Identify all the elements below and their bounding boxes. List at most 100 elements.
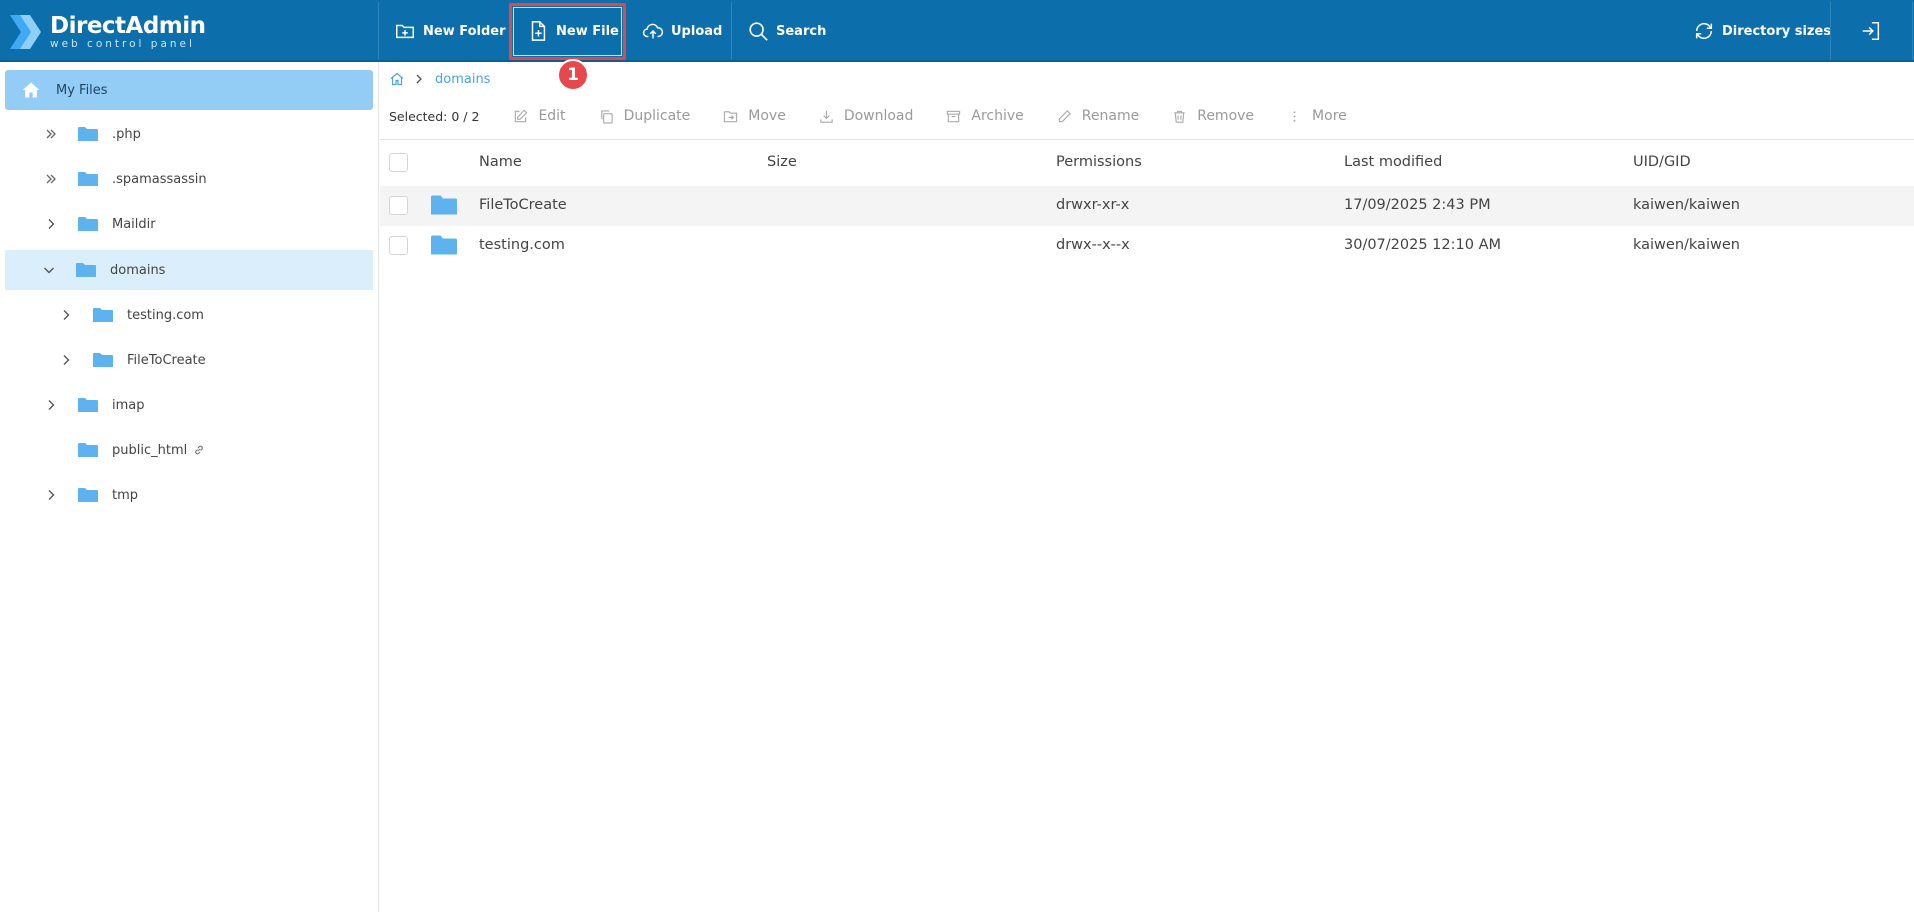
more-vertical-icon <box>1293 110 1296 122</box>
sidebar-item-label: .spamassassin <box>112 171 207 187</box>
sidebar-item-label: tmp <box>112 487 139 503</box>
folder-move-icon <box>724 110 738 122</box>
search-label: Search <box>776 23 827 39</box>
chevron-right-icon <box>63 355 70 365</box>
sidebar-item-my-files[interactable]: My Files <box>5 70 373 110</box>
folder-icon <box>76 263 96 277</box>
logo-title: DirectAdmin <box>50 13 206 39</box>
copy-icon <box>600 109 613 124</box>
cloud-upload-icon <box>642 23 664 39</box>
top-bar: DirectAdmin web control panel New Folder… <box>0 0 1914 62</box>
sidebar-item-maildir[interactable]: Maildir <box>44 204 156 244</box>
row-uid-gid: kaiwen/kaiwen <box>1633 197 1740 213</box>
new-folder-button[interactable]: New Folder <box>394 2 506 60</box>
sidebar-item-label: .php <box>112 126 141 142</box>
chevron-right-icon <box>416 74 422 84</box>
archive-icon <box>947 110 961 122</box>
more-button[interactable]: More <box>1287 108 1347 124</box>
table-header: Name Size Permissions Last modified UID/… <box>380 140 1914 186</box>
directory-sizes-button[interactable]: Directory sizes <box>1693 2 1831 60</box>
row-modified: 17/09/2025 2:43 PM <box>1344 197 1491 213</box>
breadcrumb-current[interactable]: domains <box>435 72 490 87</box>
new-file-highlight <box>509 3 626 60</box>
sidebar: My Files .php .spamassassin Maildir doma… <box>0 62 379 912</box>
chevron-right-icon <box>63 310 70 320</box>
folder-icon <box>431 195 457 215</box>
sidebar-item-label: public_html <box>112 442 188 458</box>
row-modified: 30/07/2025 12:10 AM <box>1344 237 1502 253</box>
edit-button[interactable]: Edit <box>513 108 566 124</box>
move-label: Move <box>748 108 786 124</box>
sidebar-item-label: Maildir <box>112 216 156 232</box>
archive-button[interactable]: Archive <box>946 108 1024 124</box>
breadcrumb: domains <box>389 70 490 88</box>
folder-icon <box>78 398 98 412</box>
column-uid-gid[interactable]: UID/GID <box>1633 154 1691 170</box>
double-chevron-right-icon <box>46 174 56 184</box>
logout-button[interactable] <box>1860 2 1889 60</box>
directory-sizes-label: Directory sizes <box>1722 23 1832 39</box>
sidebar-item-filetocreate[interactable]: FileToCreate <box>59 340 206 380</box>
home-icon[interactable] <box>389 71 405 87</box>
new-folder-label: New Folder <box>423 23 506 39</box>
chevron-right-icon <box>48 219 55 229</box>
sidebar-item-domains[interactable]: domains <box>5 250 373 290</box>
edit-label: Edit <box>538 108 566 124</box>
folder-icon <box>78 127 98 141</box>
logout-icon <box>1862 22 1880 40</box>
sidebar-item-label: testing.com <box>127 307 204 323</box>
double-chevron-right-icon <box>46 129 56 139</box>
row-name[interactable]: testing.com <box>479 237 565 253</box>
chevron-down-icon <box>44 267 54 274</box>
table-row[interactable]: FileToCreate drwxr-xr-x 17/09/2025 2:43 … <box>380 186 1914 226</box>
archive-label: Archive <box>971 108 1024 124</box>
folder-icon <box>78 488 98 502</box>
duplicate-label: Duplicate <box>623 108 691 124</box>
pencil-square-icon <box>515 109 528 122</box>
row-name[interactable]: FileToCreate <box>479 197 567 213</box>
sidebar-item-tmp[interactable]: tmp <box>44 475 138 515</box>
row-permissions: drwxr-xr-x <box>1056 197 1130 213</box>
sidebar-item-php[interactable]: .php <box>44 114 141 154</box>
chevron-right-icon <box>48 400 55 410</box>
logo[interactable]: DirectAdmin web control panel <box>8 10 206 54</box>
selection-count: Selected: 0 / 2 <box>389 108 480 124</box>
sidebar-item-spamassassin[interactable]: .spamassassin <box>44 159 207 199</box>
download-button[interactable]: Download <box>819 108 914 124</box>
sidebar-item-label: imap <box>112 397 145 413</box>
upload-button[interactable]: Upload <box>642 2 722 60</box>
upload-label: Upload <box>671 23 723 39</box>
sidebar-item-testing-com[interactable]: testing.com <box>59 295 204 335</box>
refresh-icon <box>1695 22 1713 40</box>
column-permissions[interactable]: Permissions <box>1056 154 1142 170</box>
action-bar: Selected: 0 / 2 Edit Duplicate Move Down… <box>389 104 1380 128</box>
folder-icon <box>431 235 457 255</box>
row-checkbox[interactable] <box>389 236 408 255</box>
row-checkbox[interactable] <box>389 196 408 215</box>
column-last-modified[interactable]: Last modified <box>1344 154 1442 170</box>
row-permissions: drwx--x--x <box>1056 237 1130 253</box>
more-label: More <box>1312 108 1347 124</box>
sidebar-item-public-html[interactable]: public_html <box>44 430 205 470</box>
folder-plus-icon <box>396 24 414 39</box>
pencil-icon <box>1058 109 1071 122</box>
my-files-label: My Files <box>56 82 108 98</box>
folder-icon <box>93 308 113 322</box>
sidebar-item-imap[interactable]: imap <box>44 385 145 425</box>
remove-button[interactable]: Remove <box>1172 108 1254 124</box>
download-icon <box>820 110 833 123</box>
column-name[interactable]: Name <box>479 154 522 170</box>
sidebar-item-label: FileToCreate <box>127 352 206 368</box>
logo-subtitle: web control panel <box>50 38 195 50</box>
search-button[interactable]: Search <box>747 2 826 60</box>
link-icon <box>195 445 204 455</box>
table-row[interactable]: testing.com drwx--x--x 30/07/2025 12:10 … <box>380 226 1914 266</box>
chevron-right-icon <box>48 490 55 500</box>
column-size[interactable]: Size <box>767 154 797 170</box>
select-all-checkbox[interactable] <box>389 153 408 172</box>
duplicate-button[interactable]: Duplicate <box>599 108 691 124</box>
move-button[interactable]: Move <box>723 108 786 124</box>
row-uid-gid: kaiwen/kaiwen <box>1633 237 1740 253</box>
download-label: Download <box>843 108 914 124</box>
rename-button[interactable]: Rename <box>1057 108 1139 124</box>
